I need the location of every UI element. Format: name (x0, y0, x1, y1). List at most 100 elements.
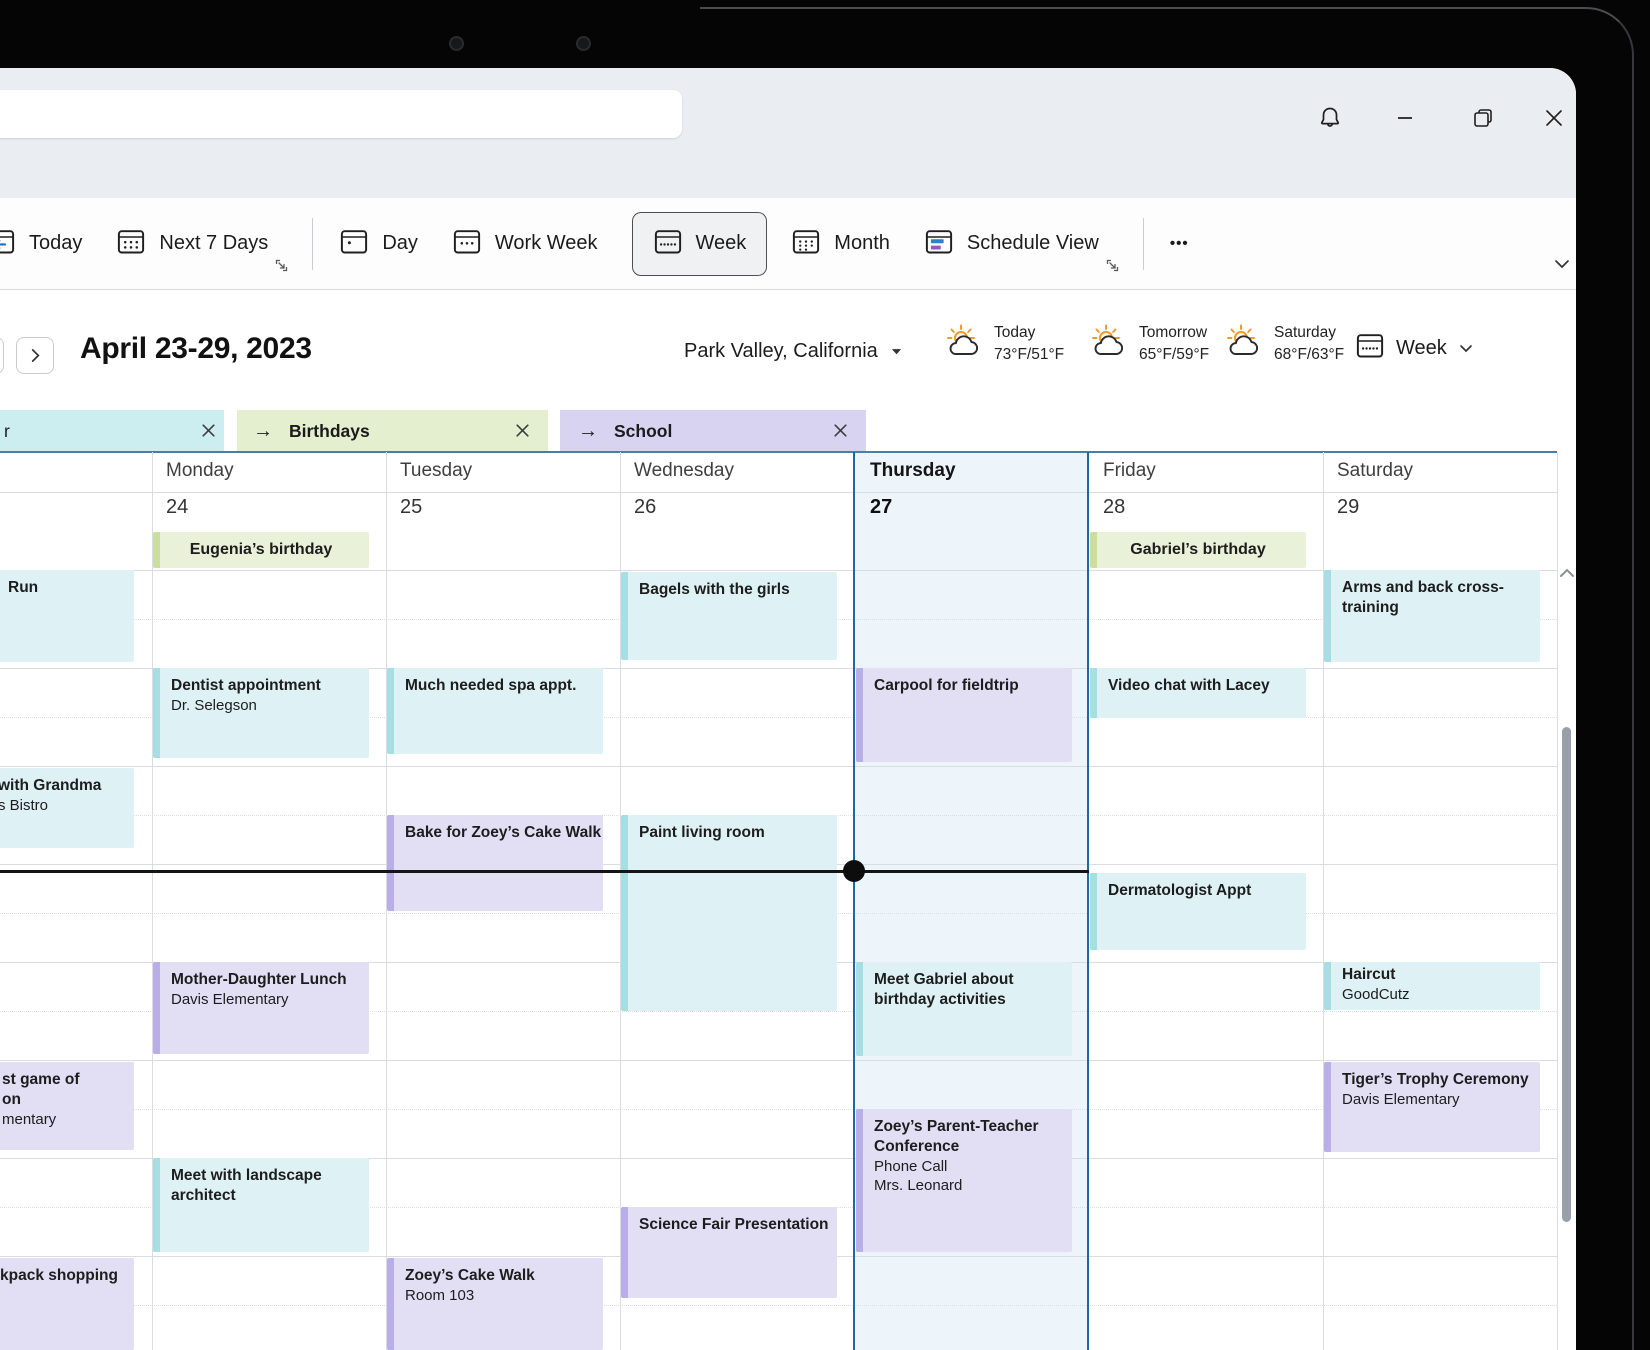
event-spa-appointment[interactable]: Much needed spa appt. (387, 668, 603, 754)
calendar-month-icon (791, 226, 821, 262)
event-bake-cake-walk[interactable]: Bake for Zoey’s Cake Walk (387, 815, 603, 911)
scroll-up-chevron[interactable] (1558, 566, 1576, 585)
view-range-dropdown[interactable]: Week (1355, 330, 1474, 366)
arrow-right-icon: → (578, 420, 598, 443)
day-header-tuesday[interactable]: Tuesday (400, 460, 472, 482)
current-time-line (0, 870, 1089, 873)
view-range-label: Week (1396, 337, 1447, 360)
event-mother-daughter-lunch[interactable]: Mother-Daughter Lunch Davis Elementary (153, 962, 369, 1054)
event-last-game-of-season[interactable]: st game of on mentary (0, 1062, 134, 1150)
week-view-button-selected[interactable]: Week (632, 212, 768, 276)
date-number[interactable]: 26 (634, 496, 656, 519)
collapse-ribbon-chevron[interactable] (1552, 254, 1572, 279)
partly-sunny-icon (1225, 323, 1267, 366)
weather-temps: 68°F/63°F (1274, 344, 1344, 366)
outlook-calendar-window: Today Next 7 Days (0, 68, 1576, 1350)
today-button[interactable]: Today (0, 226, 82, 262)
event-dentist-appointment[interactable]: Dentist appointment Dr. Selegson (153, 668, 369, 758)
weather-location-dropdown[interactable]: Park Valley, California (684, 340, 903, 363)
restore-icon (1471, 106, 1495, 135)
calendar-week-icon (1355, 330, 1385, 366)
schedule-view-icon (924, 226, 954, 262)
arrow-right-icon: → (253, 420, 273, 443)
event-tigers-trophy[interactable]: Tiger’s Trophy Ceremony Davis Elementary (1324, 1062, 1540, 1152)
month-view-label: Month (834, 232, 890, 255)
event-eugenias-birthday[interactable]: Eugenia’s birthday (153, 532, 369, 568)
event-dermatologist[interactable]: Dermatologist Appt (1090, 873, 1306, 950)
close-button[interactable] (1532, 98, 1576, 142)
event-zoeys-cake-walk[interactable]: Zoey’s Cake Walk Room 103 (387, 1258, 603, 1350)
next-week-button[interactable] (16, 337, 54, 374)
tab-label: School (614, 421, 672, 442)
event-backpack-shopping[interactable]: kpack shopping (0, 1258, 134, 1350)
event-bagels-with-girls[interactable]: Bagels with the girls (621, 572, 837, 660)
close-tab-icon[interactable] (832, 422, 850, 440)
event-cross-training[interactable]: Arms and back cross-training (1324, 570, 1540, 662)
day-header-friday[interactable]: Friday (1103, 460, 1156, 482)
calendar-work-week-icon (452, 226, 482, 262)
tab-calendar[interactable]: r (0, 410, 224, 452)
view-toolbar: Today Next 7 Days (0, 198, 1576, 290)
day-header-wednesday[interactable]: Wednesday (634, 460, 734, 482)
flyout-anchor-icon[interactable] (1106, 255, 1119, 278)
tab-birthdays[interactable]: → Birthdays (237, 410, 548, 452)
day-header-monday[interactable]: Monday (166, 460, 234, 482)
minimize-button[interactable] (1383, 98, 1427, 142)
event-meet-gabriel[interactable]: Meet Gabriel about birthday activities (856, 962, 1072, 1056)
ellipsis-icon: ••• (1170, 235, 1189, 252)
selected-day-left-border (853, 452, 855, 1350)
notifications-button[interactable] (1308, 98, 1352, 142)
schedule-view-button[interactable]: Schedule View (924, 226, 1099, 262)
device-screen: Today Next 7 Days (0, 0, 1650, 1350)
close-tab-icon[interactable] (200, 422, 218, 440)
chevron-down-icon (890, 345, 903, 358)
event-lunch-with-grandma[interactable]: with Grandma s Bistro (0, 768, 134, 848)
next-7-days-button[interactable]: Next 7 Days (116, 226, 268, 262)
grid-right-border (1557, 452, 1558, 1350)
event-carpool-fieldtrip[interactable]: Carpool for fieldtrip (856, 668, 1072, 762)
date-range-title: April 23-29, 2023 (80, 332, 312, 366)
event-video-chat-lacey[interactable]: Video chat with Lacey (1090, 668, 1306, 718)
weather-day-label: Saturday (1274, 322, 1344, 344)
weather-temps: 65°F/59°F (1139, 344, 1209, 366)
date-number[interactable]: 25 (400, 496, 422, 519)
restore-button[interactable] (1461, 98, 1505, 142)
scrollbar-thumb[interactable] (1562, 727, 1571, 1222)
tab-label-fragment: r (4, 421, 10, 442)
weather-day-label: Tomorrow (1139, 322, 1209, 344)
chevron-down-icon (1458, 340, 1474, 356)
work-week-view-button[interactable]: Work Week (452, 226, 598, 262)
day-view-label: Day (382, 232, 418, 255)
today-label: Today (29, 232, 82, 255)
flyout-anchor-icon[interactable] (275, 255, 288, 278)
event-science-fair[interactable]: Science Fair Presentation (621, 1207, 837, 1298)
date-number[interactable]: 28 (1103, 496, 1125, 519)
calendar-header: April 23-29, 2023 Park Valley, Californi… (0, 290, 1576, 410)
title-bar (0, 68, 1576, 198)
previous-week-button[interactable] (0, 337, 4, 374)
work-week-view-label: Work Week (495, 232, 598, 255)
calendar-week-icon (653, 226, 683, 262)
event-landscape-architect[interactable]: Meet with landscape architect (153, 1158, 369, 1252)
more-options-button[interactable]: ••• (1170, 235, 1189, 252)
camera-dot (576, 36, 591, 51)
event-run[interactable]: Run (0, 570, 134, 662)
month-view-button[interactable]: Month (791, 226, 890, 262)
event-haircut[interactable]: Haircut GoodCutz (1324, 962, 1540, 1010)
day-header-thursday[interactable]: Thursday (870, 460, 956, 482)
event-gabriels-birthday[interactable]: Gabriel’s birthday (1090, 532, 1306, 568)
day-header-saturday[interactable]: Saturday (1337, 460, 1413, 482)
date-number-today[interactable]: 27 (870, 496, 892, 519)
partly-sunny-icon (1090, 323, 1132, 366)
location-label: Park Valley, California (684, 340, 878, 363)
close-icon (1543, 107, 1565, 134)
toolbar-divider (312, 218, 313, 270)
tab-school[interactable]: → School (560, 410, 866, 452)
day-view-button[interactable]: Day (339, 226, 418, 262)
date-number[interactable]: 29 (1337, 496, 1359, 519)
close-tab-icon[interactable] (514, 422, 532, 440)
event-parent-teacher-conference[interactable]: Zoey’s Parent-Teacher Conference Phone C… (856, 1109, 1072, 1252)
event-paint-living-room[interactable]: Paint living room (621, 815, 837, 1011)
search-input[interactable] (0, 90, 682, 138)
date-number[interactable]: 24 (166, 496, 188, 519)
